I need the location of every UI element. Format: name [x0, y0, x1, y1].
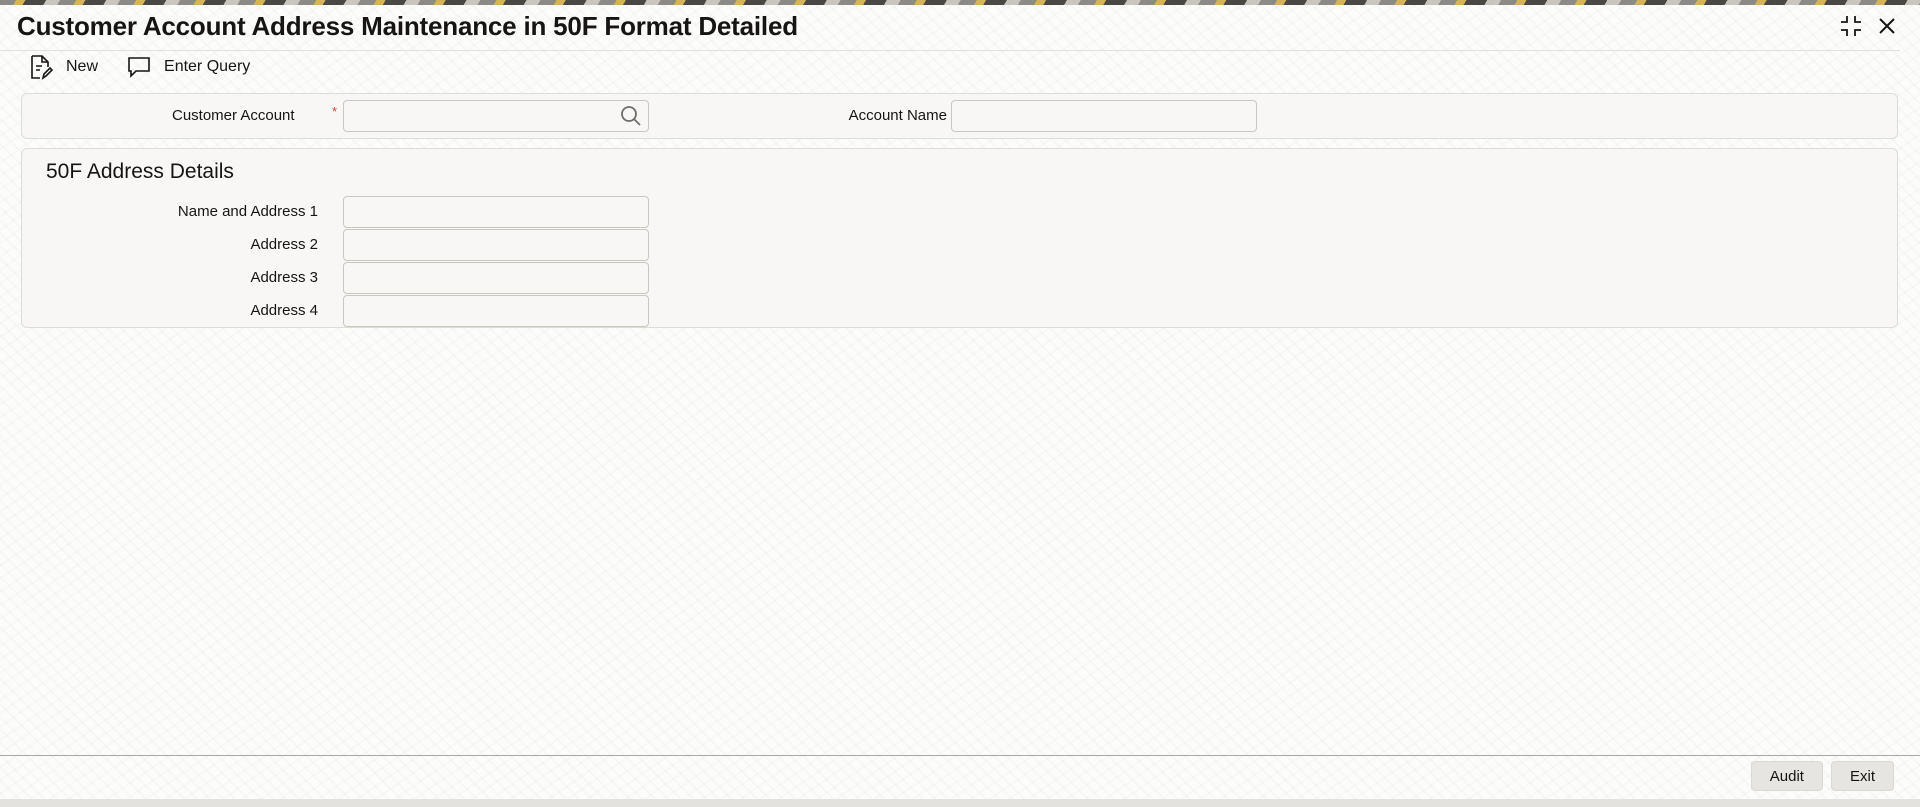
audit-button[interactable]: Audit [1750, 761, 1823, 791]
address-4-label: Address 4 [250, 302, 318, 319]
new-button-label: New [66, 58, 99, 75]
address-2-label: Address 2 [250, 236, 318, 253]
footer-divider [0, 755, 1920, 756]
speech-bubble-icon [126, 54, 152, 80]
section-title: 50F Address Details [46, 160, 234, 183]
maximize-icon[interactable] [1840, 15, 1862, 37]
toolbar: New Enter Query [28, 54, 250, 80]
required-marker: * [332, 104, 338, 119]
new-document-icon [28, 54, 54, 80]
customer-account-label: Customer Account * [172, 104, 337, 126]
address-details-panel: 50F Address Details Name and Address 1 A… [21, 148, 1898, 328]
address-4-input[interactable] [343, 295, 649, 327]
name-and-address-1-input[interactable] [343, 196, 649, 228]
page-title: Customer Account Address Maintenance in … [17, 11, 798, 41]
enter-query-button-label: Enter Query [164, 58, 251, 75]
exit-button[interactable]: Exit [1830, 761, 1894, 791]
close-icon[interactable] [1876, 15, 1898, 37]
bottom-edge [0, 799, 1920, 807]
enter-query-button[interactable]: Enter Query [126, 54, 250, 80]
customer-account-label-text: Customer Account [172, 107, 295, 124]
account-name-input[interactable] [951, 100, 1257, 132]
decorative-header-strip [0, 0, 1920, 5]
customer-account-input[interactable] [343, 100, 649, 132]
search-icon[interactable] [617, 102, 645, 130]
account-panel: Customer Account * Account Name [21, 93, 1898, 139]
name-and-address-1-label: Name and Address 1 [177, 203, 318, 220]
address-3-input[interactable] [343, 262, 649, 294]
address-2-input[interactable] [343, 229, 649, 261]
account-name-label: Account Name [848, 107, 947, 124]
new-button[interactable]: New [28, 54, 98, 80]
window-controls [1840, 15, 1898, 37]
app-window: Customer Account Address Maintenance in … [0, 0, 1920, 807]
title-divider [0, 50, 1900, 51]
address-3-label: Address 3 [250, 269, 318, 286]
footer-actions: Audit Exit [1750, 761, 1894, 791]
